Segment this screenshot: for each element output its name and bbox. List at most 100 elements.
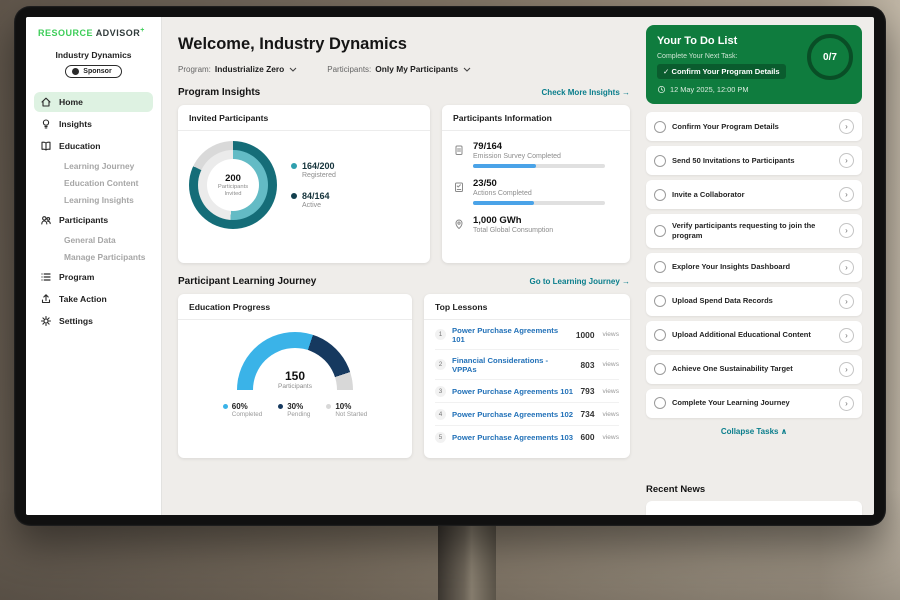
sidebar-nav: Home Insights Education Learning Journey… xyxy=(26,92,161,331)
task-row[interactable]: Invite a Collaborator › xyxy=(646,180,862,209)
task-row[interactable]: Complete Your Learning Journey › xyxy=(646,389,862,418)
lesson-row[interactable]: 1 Power Purchase Agreements 101 1000 vie… xyxy=(435,320,619,350)
chevron-right-icon[interactable]: › xyxy=(839,362,854,377)
list-icon xyxy=(40,271,52,283)
task-label: Complete Your Learning Journey xyxy=(672,398,833,408)
chevron-right-icon[interactable]: › xyxy=(839,223,854,238)
sidebar-item-general-data[interactable]: General Data xyxy=(34,232,153,248)
learning-journey-header: Participant Learning Journey Go to Learn… xyxy=(178,276,630,287)
card-title: Education Progress xyxy=(178,302,412,320)
chevron-right-icon[interactable]: › xyxy=(839,328,854,343)
lesson-link[interactable]: Power Purchase Agreements 102 xyxy=(452,410,575,419)
checkbox-icon[interactable] xyxy=(654,155,666,167)
chevron-right-icon[interactable]: › xyxy=(839,294,854,309)
lesson-link[interactable]: Power Purchase Agreements 101 xyxy=(452,387,575,396)
gauge-center: 150 Participants xyxy=(237,369,353,390)
task-row[interactable]: Achieve One Sustainability Target › xyxy=(646,355,862,384)
collapse-tasks-link[interactable]: Collapse Tasks ∧ xyxy=(646,427,862,436)
lesson-row[interactable]: 3 Power Purchase Agreements 101 793 view… xyxy=(435,380,619,403)
stat-value: 23/50 xyxy=(473,178,605,189)
participants-information-card: Participants Information 79/164 Emission… xyxy=(442,105,630,263)
lesson-row[interactable]: 5 Power Purchase Agreements 103 600 view… xyxy=(435,426,619,448)
lesson-link[interactable]: Financial Considerations - VPPAs xyxy=(452,356,575,374)
chevron-right-icon[interactable]: › xyxy=(839,396,854,411)
sidebar-item-participants[interactable]: Participants xyxy=(34,210,153,230)
sidebar-item-insights[interactable]: Insights xyxy=(34,114,153,134)
sidebar-item-education-content[interactable]: Education Content xyxy=(34,175,153,191)
task-row[interactable]: Send 50 Invitations to Participants › xyxy=(646,146,862,175)
legend-sub: Pending xyxy=(287,411,310,418)
lesson-link[interactable]: Power Purchase Agreements 101 xyxy=(452,326,570,344)
checkbox-icon[interactable] xyxy=(654,329,666,341)
sidebar-item-label: Insights xyxy=(59,119,92,129)
chevron-down-icon xyxy=(463,67,471,72)
page-title: Welcome, Industry Dynamics xyxy=(178,35,630,54)
card-title: Participants Information xyxy=(442,113,630,131)
task-row[interactable]: Explore Your Insights Dashboard › xyxy=(646,253,862,282)
people-icon xyxy=(40,214,52,226)
chevron-right-icon[interactable]: › xyxy=(839,187,854,202)
legend-dot xyxy=(278,404,283,409)
legend-sub: Active xyxy=(302,202,330,209)
lesson-rank: 1 xyxy=(435,329,446,340)
lesson-views: 734 xyxy=(581,409,595,419)
checkbox-icon[interactable] xyxy=(654,363,666,375)
program-label: Program: xyxy=(178,65,211,74)
lesson-link[interactable]: Power Purchase Agreements 103 xyxy=(452,433,575,442)
sidebar-item-label: Settings xyxy=(59,316,93,326)
legend-pct: 60% xyxy=(232,402,248,411)
sidebar-item-home[interactable]: Home xyxy=(34,92,153,112)
checkbox-icon[interactable] xyxy=(654,295,666,307)
program-dropdown[interactable]: Program: Industrialize Zero xyxy=(178,64,297,74)
sidebar-item-learning-insights[interactable]: Learning Insights xyxy=(34,192,153,208)
task-row[interactable]: Verify participants requesting to join t… xyxy=(646,214,862,248)
sidebar-item-label: Home xyxy=(59,97,83,107)
sidebar-item-label: Participants xyxy=(59,215,108,225)
task-row[interactable]: Upload Spend Data Records › xyxy=(646,287,862,316)
legend-sub: Not Started xyxy=(335,411,367,418)
stat-label: Actions Completed xyxy=(473,190,605,197)
task-row[interactable]: Confirm Your Program Details › xyxy=(646,112,862,141)
stat-value: 79/164 xyxy=(473,141,605,152)
chevron-right-icon[interactable]: › xyxy=(839,119,854,134)
main-content: Welcome, Industry Dynamics Program: Indu… xyxy=(162,17,644,515)
checkbox-icon[interactable] xyxy=(654,189,666,201)
todo-panel: Your To Do List 0/7 Complete Your Next T… xyxy=(644,17,874,515)
sidebar-item-education[interactable]: Education xyxy=(34,136,153,156)
checkbox-icon[interactable] xyxy=(654,261,666,273)
sidebar-item-program[interactable]: Program xyxy=(34,267,153,287)
task-label: Upload Additional Educational Content xyxy=(672,330,833,340)
card-title: Top Lessons xyxy=(424,302,630,320)
sidebar-item-settings[interactable]: Settings xyxy=(34,311,153,331)
task-label: Achieve One Sustainability Target xyxy=(672,364,833,374)
go-to-learning-journey-link[interactable]: Go to Learning Journey → xyxy=(530,277,630,286)
bulb-icon xyxy=(40,118,52,130)
brand-resource: RESOURCE xyxy=(38,28,93,38)
task-row[interactable]: Upload Additional Educational Content › xyxy=(646,321,862,350)
check-more-insights-link[interactable]: Check More Insights → xyxy=(542,88,630,97)
lesson-views-label: views xyxy=(603,434,620,441)
checkbox-icon[interactable] xyxy=(654,225,666,237)
lesson-views: 793 xyxy=(581,386,595,396)
chevron-right-icon[interactable]: › xyxy=(839,153,854,168)
participants-dropdown[interactable]: Participants: Only My Participants xyxy=(327,64,471,74)
todo-next-task[interactable]: ✓ Confirm Your Program Details xyxy=(657,64,786,79)
chevron-right-icon[interactable]: › xyxy=(839,260,854,275)
donut-center-label: Participants Invited xyxy=(213,184,253,198)
home-icon xyxy=(40,96,52,108)
sidebar-item-manage-participants[interactable]: Manage Participants xyxy=(34,249,153,265)
stat-label: Emission Survey Completed xyxy=(473,153,605,160)
lesson-row[interactable]: 2 Financial Considerations - VPPAs 803 v… xyxy=(435,350,619,380)
participants-label: Participants: xyxy=(327,65,371,74)
checkbox-icon[interactable] xyxy=(654,121,666,133)
gauge-legend-completed: 60% Completed xyxy=(223,402,262,418)
task-label: Invite a Collaborator xyxy=(672,190,833,200)
checkbox-icon[interactable] xyxy=(654,397,666,409)
todo-header-card: Your To Do List 0/7 Complete Your Next T… xyxy=(646,25,862,104)
sidebar-item-learning-journey[interactable]: Learning Journey xyxy=(34,158,153,174)
lesson-row[interactable]: 4 Power Purchase Agreements 102 734 view… xyxy=(435,403,619,426)
clipboard-icon xyxy=(453,143,465,155)
sidebar-item-take-action[interactable]: Take Action xyxy=(34,289,153,309)
sponsor-badge: Sponsor xyxy=(65,65,121,78)
lesson-rank: 5 xyxy=(435,432,446,443)
